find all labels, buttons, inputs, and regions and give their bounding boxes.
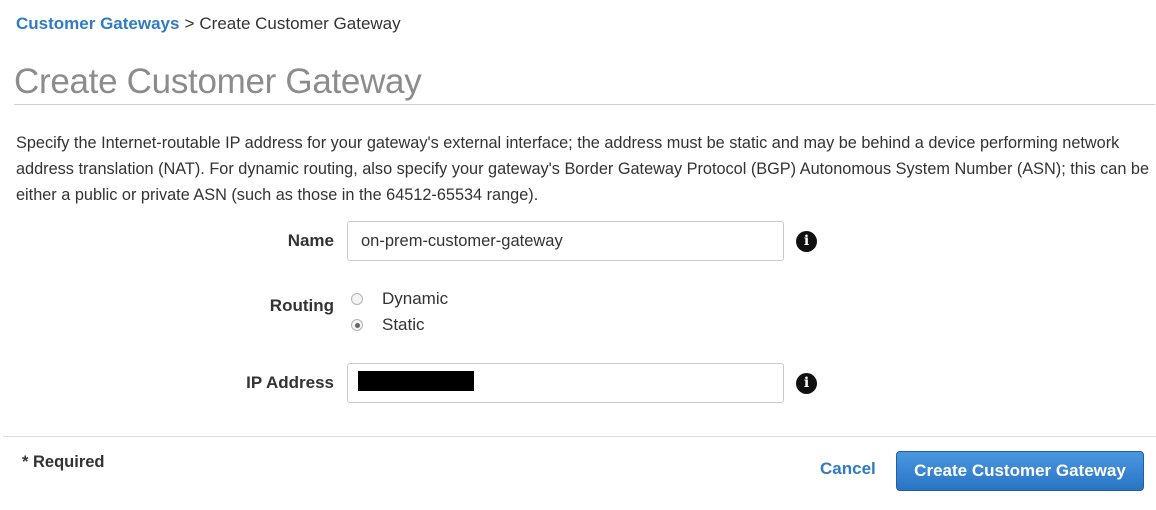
breadcrumb-current: Create Customer Gateway: [199, 14, 401, 33]
title-divider: [14, 104, 1155, 105]
create-customer-gateway-button[interactable]: Create Customer Gateway: [896, 451, 1144, 491]
routing-label: Routing: [269, 296, 334, 315]
radio-static[interactable]: [351, 319, 363, 331]
cancel-button[interactable]: Cancel: [820, 459, 876, 479]
breadcrumb: Customer Gateways > Create Customer Gatewa…: [16, 13, 401, 35]
redacted-ip-value: [358, 371, 474, 391]
routing-option-dynamic[interactable]: Dynamic: [351, 288, 448, 310]
footer-divider: [3, 436, 1156, 437]
required-note: * Required: [22, 453, 105, 471]
info-icon[interactable]: i: [796, 373, 817, 394]
page-description: Specify the Internet-routable IP address…: [16, 134, 1150, 204]
routing-option-static[interactable]: Static: [351, 314, 425, 336]
radio-dynamic-label: Dynamic: [382, 289, 449, 308]
name-label: Name: [287, 231, 334, 250]
ip-address-label: IP Address: [246, 373, 334, 392]
breadcrumb-separator: >: [184, 14, 195, 33]
breadcrumb-customer-gateways-link[interactable]: Customer Gateways: [16, 14, 179, 33]
create-customer-gateway-page: Customer Gateways > Create Customer Gatewa…: [0, 0, 1156, 510]
info-icon[interactable]: i: [796, 231, 817, 252]
radio-static-label: Static: [382, 315, 425, 334]
name-input[interactable]: [347, 221, 784, 261]
page-title: Create Customer Gateway: [14, 62, 422, 101]
radio-dynamic[interactable]: [351, 293, 363, 305]
